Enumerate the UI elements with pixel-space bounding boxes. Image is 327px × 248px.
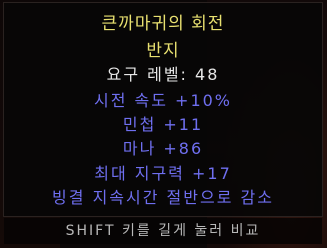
property-dexterity: 민첩 +11 (122, 115, 204, 134)
property-max-stamina: 최대 지구력 +17 (94, 164, 232, 183)
property-half-freeze: 빙결 지속시간 절반으로 감소 (52, 188, 274, 207)
item-tooltip: 큰까마귀의 회전 반지 요구 레벨: 48 시전 속도 +10% 민첩 +11 … (3, 2, 323, 217)
game-screen: 큰까마귀의 회전 반지 요구 레벨: 48 시전 속도 +10% 민첩 +11 … (0, 0, 327, 248)
item-name: 큰까마귀의 회전 (101, 14, 225, 34)
property-cast-rate: 시전 속도 +10% (93, 91, 233, 110)
required-level: 요구 레벨: 48 (106, 65, 220, 84)
item-base-type: 반지 (146, 41, 180, 61)
property-mana: 마나 +86 (122, 139, 204, 158)
compare-hint: SHIFT 키를 길게 눌러 비교 (4, 218, 322, 244)
